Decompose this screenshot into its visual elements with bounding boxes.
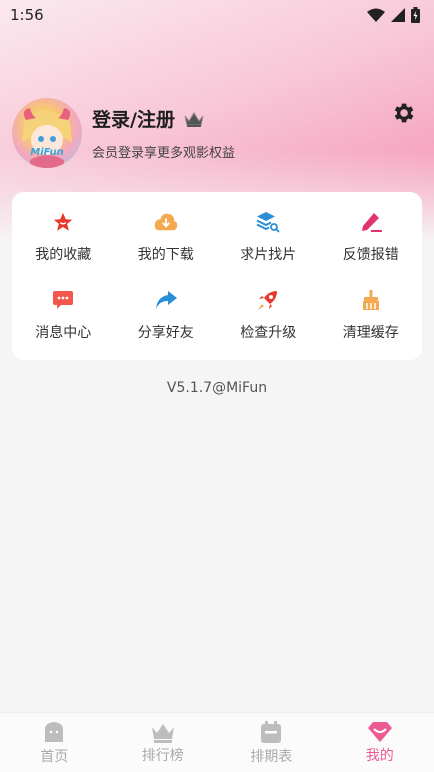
message-icon	[51, 288, 75, 312]
login-register-link[interactable]: 登录/注册	[92, 105, 175, 132]
home-icon	[45, 721, 64, 742]
status-time: 1:56	[10, 6, 44, 24]
login-row[interactable]: 登录/注册	[92, 105, 235, 132]
signal-icon	[391, 8, 405, 22]
vip-crown-icon	[184, 111, 204, 127]
nav-label: 首页	[40, 748, 69, 765]
grid-item-clear-cache[interactable]: 清理缓存	[320, 276, 423, 354]
grid-item-request[interactable]: 求片找片	[217, 198, 320, 276]
share-icon	[154, 288, 178, 312]
settings-button[interactable]	[390, 100, 416, 126]
nav-label: 排期表	[250, 748, 293, 765]
profile-info: 登录/注册 会员登录享更多观影权益	[92, 105, 235, 161]
grid-label: 清理缓存	[342, 325, 399, 341]
grid-item-favorites[interactable]: 我的收藏	[12, 198, 115, 276]
battery-icon	[411, 7, 420, 23]
grid-label: 我的收藏	[35, 247, 92, 263]
grid-item-share[interactable]: 分享好友	[115, 276, 218, 354]
crown-icon	[151, 723, 174, 743]
pencil-icon	[359, 210, 383, 234]
wifi-icon	[367, 8, 385, 22]
status-bar: 1:56	[0, 0, 434, 30]
member-subtitle: 会员登录享更多观影权益	[92, 146, 236, 161]
grid-label: 消息中心	[35, 325, 92, 341]
status-icons	[367, 7, 420, 23]
grid-label: 反馈报错	[342, 247, 399, 263]
grid-label: 分享好友	[137, 325, 194, 341]
bottom-nav: 首页 排行榜 排期表 我的	[0, 712, 434, 772]
feature-grid: 我的收藏 我的下载 求片找片 反馈报错 消息中心 分享好友 检查升级 清理缓存	[12, 192, 422, 360]
grid-item-messages[interactable]: 消息中心	[12, 276, 115, 354]
diamond-icon	[367, 721, 392, 742]
rocket-icon	[256, 288, 280, 312]
grid-label: 检查升级	[240, 325, 297, 341]
nav-label: 排行榜	[141, 747, 184, 764]
grid-item-update[interactable]: 检查升级	[217, 276, 320, 354]
nav-schedule[interactable]: 排期表	[217, 713, 326, 772]
nav-ranking[interactable]: 排行榜	[109, 713, 218, 772]
grid-item-downloads[interactable]: 我的下载	[115, 198, 218, 276]
grid-label: 求片找片	[240, 247, 297, 263]
nav-home[interactable]: 首页	[0, 713, 109, 772]
avatar-logo-text: MiFun	[30, 147, 64, 158]
version-text: V5.1.7@MiFun	[166, 380, 268, 396]
broom-icon	[359, 288, 383, 312]
profile-header: MiFun 登录/注册 会员登录享更多观影权益	[12, 96, 422, 170]
star-icon	[51, 210, 75, 234]
grid-item-feedback[interactable]: 反馈报错	[320, 198, 423, 276]
calendar-icon	[261, 720, 282, 743]
avatar[interactable]: MiFun	[12, 98, 82, 168]
cloud-download-icon	[154, 210, 178, 234]
grid-label: 我的下载	[137, 247, 194, 263]
nav-label: 我的	[365, 747, 394, 764]
gear-icon	[394, 103, 414, 123]
layers-search-icon	[256, 210, 280, 234]
nav-mine[interactable]: 我的	[326, 713, 434, 772]
